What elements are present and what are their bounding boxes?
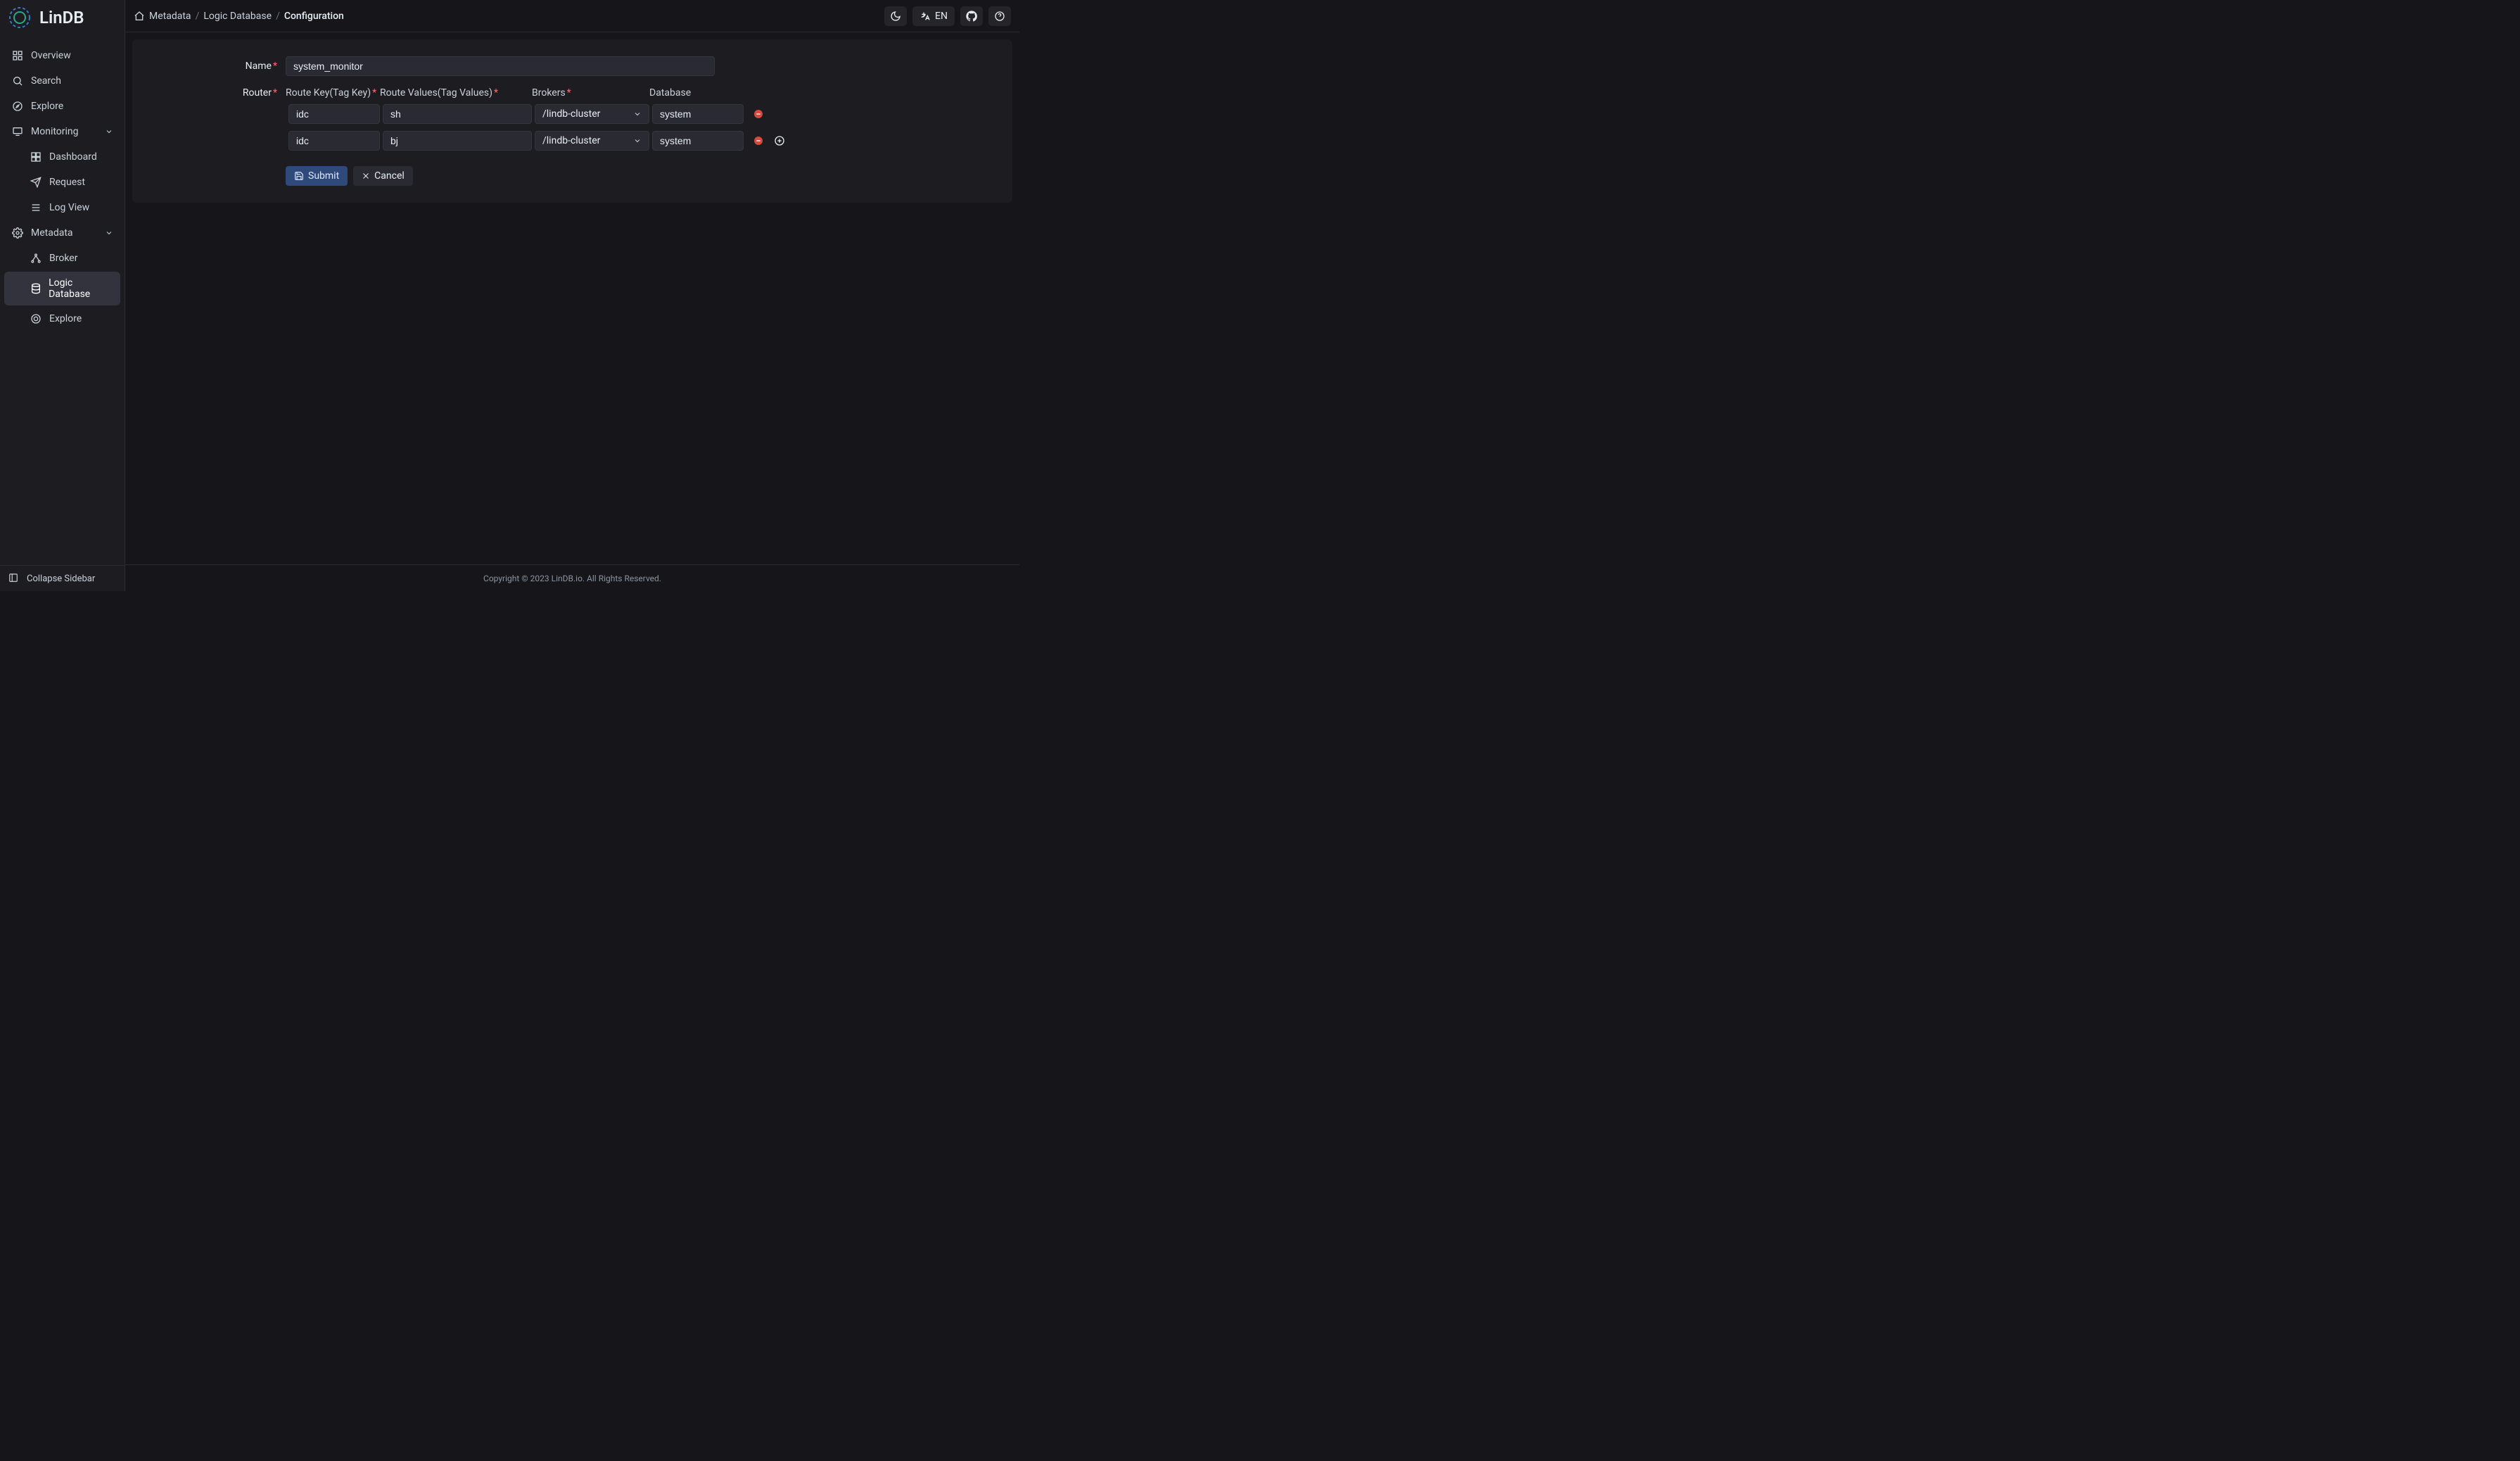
route-values-input[interactable] [383, 104, 532, 124]
remove-row-button[interactable] [752, 108, 765, 120]
sidebar-item-dashboard[interactable]: Dashboard [4, 145, 120, 169]
sidebar-item-explore[interactable]: Explore [4, 94, 120, 118]
brand-logo-icon [7, 5, 32, 30]
chevron-down-icon [105, 229, 113, 237]
language-label: EN [935, 11, 948, 22]
copyright-text: Copyright © 2023 LinDB.io. All Rights Re… [483, 574, 661, 583]
cancel-button[interactable]: Cancel [353, 166, 413, 186]
dashboard-icon [11, 49, 24, 62]
nodes-icon [30, 252, 42, 265]
sidebar-item-label: Explore [49, 313, 82, 324]
chevron-down-icon [633, 137, 642, 145]
sidebar-item-label: Overview [31, 50, 71, 61]
required-marker: * [273, 61, 277, 72]
chevron-down-icon [633, 110, 642, 118]
breadcrumb-link-logic-database[interactable]: Logic Database [203, 11, 272, 22]
breadcrumb-link-metadata[interactable]: Metadata [149, 11, 191, 22]
sidebar-item-meta-explore[interactable]: Explore [4, 307, 120, 331]
breadcrumb: Metadata / Logic Database / Configuratio… [134, 11, 344, 22]
sidebar-item-search[interactable]: Search [4, 69, 120, 93]
brokers-value: /lindb-cluster [542, 135, 600, 146]
github-button[interactable] [960, 6, 983, 26]
save-icon [294, 171, 304, 181]
sidebar-item-metadata[interactable]: Metadata [4, 221, 120, 245]
submit-button[interactable]: Submit [286, 166, 348, 186]
close-icon [362, 172, 370, 180]
minus-circle-icon [753, 108, 764, 120]
collapse-sidebar-label: Collapse Sidebar [27, 574, 95, 584]
col-header-route-key: Route Key(Tag Key)* [286, 87, 380, 99]
sidebar-nav: Overview Search Explore Monitoring Dashb… [0, 35, 125, 565]
sidebar-item-label: Search [31, 75, 61, 87]
target-icon [30, 312, 42, 325]
sidebar-item-label: Dashboard [49, 151, 97, 163]
col-header-database: Database [649, 87, 744, 99]
brokers-value: /lindb-cluster [542, 108, 600, 120]
send-icon [30, 176, 42, 189]
breadcrumb-sep: / [196, 11, 200, 22]
sidebar-item-broker[interactable]: Broker [4, 246, 120, 270]
theme-toggle-button[interactable] [884, 6, 907, 26]
name-input[interactable] [286, 56, 715, 76]
sidebar-item-label: Log View [49, 202, 89, 213]
submit-label: Submit [308, 170, 339, 182]
database-input[interactable] [652, 104, 744, 124]
sidebar-item-label: Monitoring [31, 126, 79, 137]
collapse-sidebar-button[interactable]: Collapse Sidebar [0, 565, 125, 591]
database-input[interactable] [652, 131, 744, 151]
route-values-input[interactable] [383, 131, 532, 151]
brokers-select[interactable]: /lindb-cluster [535, 131, 649, 151]
language-select[interactable]: EN [912, 6, 955, 26]
home-icon[interactable] [134, 11, 145, 22]
sidebar: LinDB Overview Search Explore Monitoring [0, 0, 125, 591]
github-icon [966, 11, 977, 22]
help-button[interactable] [988, 6, 1011, 26]
grid-icon [30, 151, 42, 163]
route-key-input[interactable] [288, 104, 380, 124]
question-icon [994, 11, 1005, 22]
cancel-label: Cancel [374, 170, 405, 182]
brand[interactable]: LinDB [0, 0, 125, 35]
translate-icon [919, 11, 931, 22]
database-icon [30, 282, 42, 295]
sidebar-collapse-icon [8, 573, 20, 584]
config-panel: Name* Router* Route Key(Tag Key)* Route … [132, 39, 1012, 203]
sidebar-item-logview[interactable]: Log View [4, 196, 120, 220]
sidebar-item-label: Request [49, 177, 85, 188]
search-icon [11, 75, 24, 87]
main: Metadata / Logic Database / Configuratio… [125, 0, 1019, 591]
name-label: Name* [151, 61, 286, 72]
list-icon [30, 201, 42, 214]
breadcrumb-current: Configuration [284, 11, 344, 22]
sidebar-item-label: Logic Database [49, 277, 113, 300]
add-row-button[interactable] [773, 134, 786, 147]
topbar: Metadata / Logic Database / Configuratio… [125, 0, 1019, 32]
minus-circle-icon [753, 135, 764, 146]
sidebar-item-overview[interactable]: Overview [4, 44, 120, 68]
sidebar-item-label: Explore [31, 101, 63, 112]
chevron-down-icon [105, 127, 113, 136]
col-header-route-values: Route Values(Tag Values)* [380, 87, 532, 99]
monitor-icon [11, 125, 24, 138]
sidebar-item-label: Metadata [31, 227, 73, 239]
col-header-brokers: Brokers* [532, 87, 649, 99]
sidebar-item-label: Broker [49, 253, 77, 264]
brokers-select[interactable]: /lindb-cluster [535, 104, 649, 124]
router-row: /lindb-cluster [151, 131, 994, 151]
sidebar-item-request[interactable]: Request [4, 170, 120, 194]
plus-circle-icon [774, 135, 785, 146]
router-label: Router* [151, 87, 286, 99]
remove-row-button[interactable] [752, 134, 765, 147]
moon-icon [890, 11, 901, 22]
sidebar-item-logic-database[interactable]: Logic Database [4, 272, 120, 305]
compass-icon [11, 100, 24, 113]
footer: Copyright © 2023 LinDB.io. All Rights Re… [125, 564, 1019, 591]
required-marker: * [273, 87, 277, 99]
brand-name: LinDB [39, 8, 84, 27]
sidebar-item-monitoring[interactable]: Monitoring [4, 120, 120, 144]
gear-icon [11, 227, 24, 239]
breadcrumb-sep: / [276, 11, 280, 22]
route-key-input[interactable] [288, 131, 380, 151]
router-row: /lindb-cluster [151, 104, 994, 124]
